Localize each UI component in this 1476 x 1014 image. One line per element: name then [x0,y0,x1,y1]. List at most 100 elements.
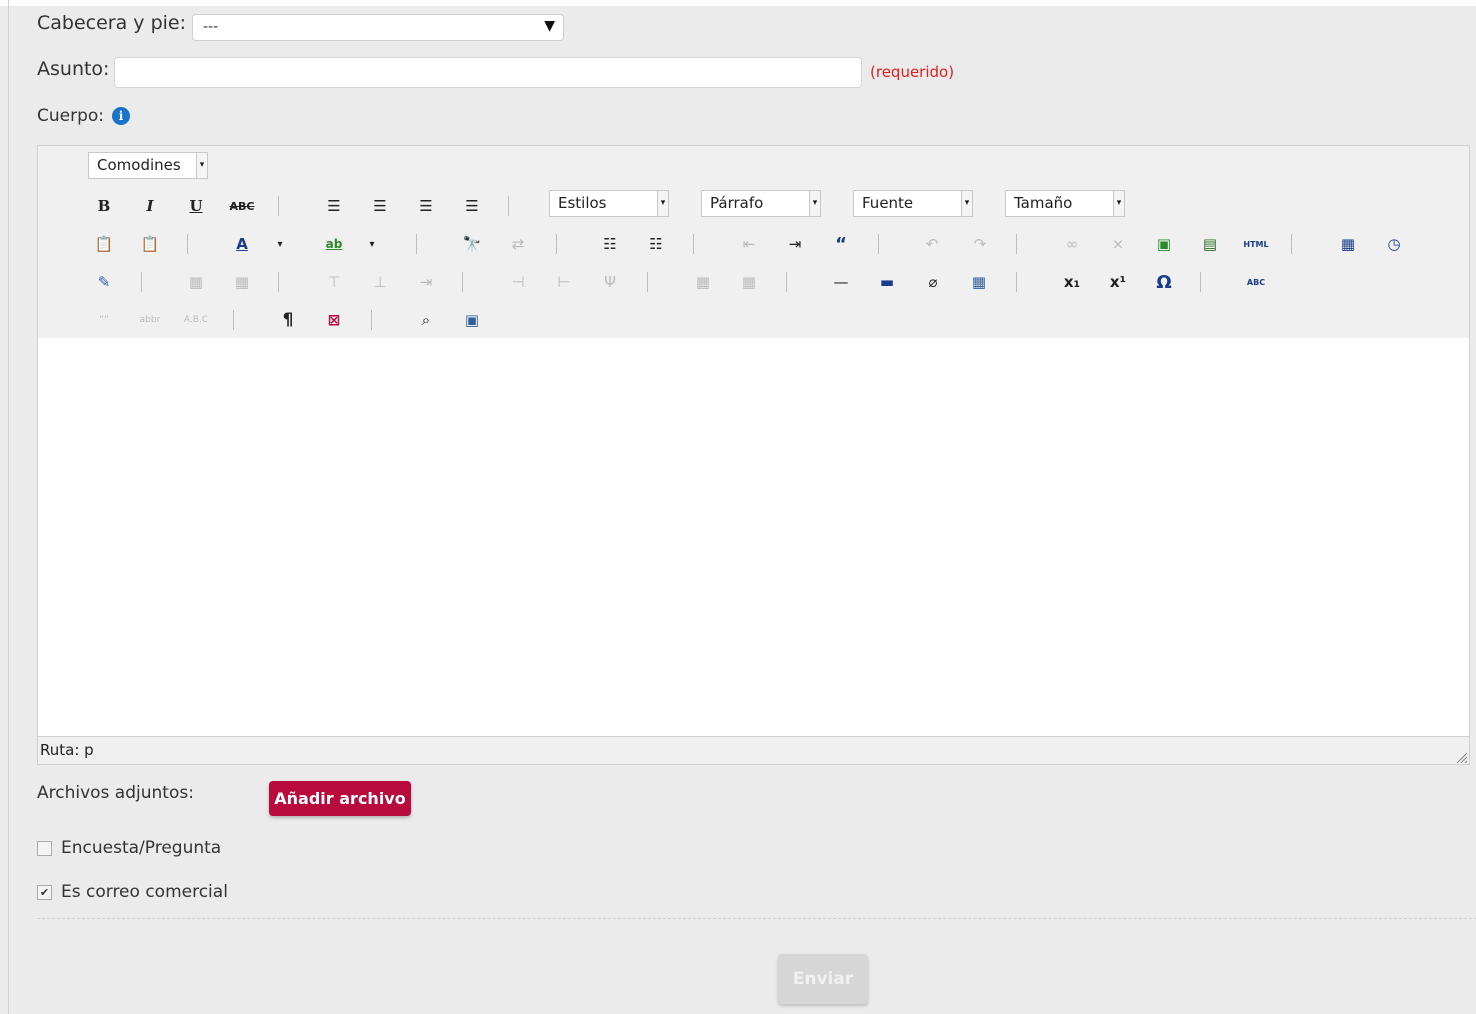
separator [878,234,879,254]
font-dropdown[interactable]: Fuente ▾ [853,190,973,217]
align-justify-icon[interactable]: ☰ [461,195,483,217]
abbreviation-icon[interactable]: abbr [139,309,161,331]
header-footer-select[interactable]: --- ▼ [192,14,564,41]
preview-icon[interactable]: ⌕ [415,309,437,331]
underline-icon[interactable]: U [185,195,207,217]
subject-row: Asunto: [37,58,109,80]
insert-row-before-icon[interactable]: ⊤ [323,271,345,293]
editor-path: Ruta: p [40,741,94,759]
align-left-icon[interactable]: ☰ [323,195,345,217]
unlink-icon[interactable]: ⨯ [1107,233,1129,255]
subject-input[interactable] [114,57,862,88]
styles-dropdown[interactable]: Estilos ▾ [549,190,669,217]
separator [462,272,463,292]
chevron-down-icon: ▾ [1113,190,1125,217]
separator [371,310,372,330]
editor-statusbar: Ruta: p [38,737,1469,765]
horizontal-rule-icon[interactable]: — [830,271,852,293]
undo-icon[interactable]: ↶ [921,233,943,255]
chevron-down-icon: ▾ [657,190,669,217]
show-blocks-icon[interactable]: ¶ [277,309,299,331]
poll-checkbox-row[interactable]: Encuesta/Pregunta [37,838,221,858]
find-icon[interactable]: 🔭 [461,233,483,255]
body-label: Cuerpo: [37,106,105,126]
link-icon[interactable]: ∞ [1061,233,1083,255]
chevron-down-icon: ▾ [809,190,821,217]
align-right-icon[interactable]: ☰ [415,195,437,217]
table-row-props-icon[interactable]: ▦ [185,271,207,293]
superscript-icon[interactable]: x¹ [1107,271,1129,293]
commercial-label: Es correo comercial [61,882,228,902]
highlight-color-icon[interactable]: ab [323,233,345,255]
insert-time-icon[interactable]: ◷ [1383,233,1405,255]
spellcheck-icon[interactable]: ABC [1245,271,1267,293]
poll-label: Encuesta/Pregunta [61,838,222,858]
table-cell-props-icon[interactable]: ▦ [231,271,253,293]
eraser-icon[interactable]: ⌀ [922,271,944,293]
indent-icon[interactable]: ⇥ [784,233,806,255]
header-footer-label: Cabecera y pie: [37,12,187,34]
paste-text-icon[interactable]: 📋 [93,233,115,255]
blockquote-icon[interactable]: “ [830,233,852,255]
add-file-button[interactable]: Añadir archivo [269,781,411,816]
numbered-list-icon[interactable]: ☷ [645,233,667,255]
acronym-icon[interactable]: A.B.C [184,309,208,331]
text-color-icon[interactable]: A [231,233,253,255]
separator [1291,234,1292,254]
split-cells-icon[interactable]: ▦ [692,271,714,293]
cite-icon[interactable]: “” [93,309,115,331]
strikethrough-icon[interactable]: ABC [230,195,255,217]
paste-word-icon[interactable]: 📋 [139,233,161,255]
send-button[interactable]: Enviar [778,954,868,1004]
editor-content-area[interactable] [38,338,1469,737]
align-center-icon[interactable]: ☰ [369,195,391,217]
fullscreen-icon[interactable]: ▣ [461,309,483,331]
nonbreaking-space-icon[interactable]: ⊠ [323,309,345,331]
italic-icon[interactable]: I [139,195,161,217]
redo-icon[interactable]: ↷ [969,233,991,255]
media-icon[interactable]: ▤ [1199,233,1221,255]
subscript-icon[interactable]: x₁ [1061,271,1083,293]
attachments-label: Archivos adjuntos: [37,783,194,803]
wildcards-dropdown[interactable]: Comodines ▾ [88,152,208,179]
merge-cells-icon[interactable]: ▦ [738,271,760,293]
paragraph-dropdown[interactable]: Párrafo ▾ [701,190,821,217]
delete-col-icon[interactable]: Ψ [599,271,621,293]
commercial-checkbox-row[interactable]: ✔ Es correo comercial [37,882,228,902]
separator [141,272,142,292]
divider [37,918,1476,919]
insert-col-after-icon[interactable]: ⊢ [553,271,575,293]
separator [1016,272,1017,292]
image-icon[interactable]: ▣ [1153,233,1175,255]
html-icon[interactable]: HTML [1238,233,1274,255]
bold-icon[interactable]: B [93,195,115,217]
size-label: Tamaño [1014,194,1073,212]
insert-row-after-icon[interactable]: ⊥ [369,271,391,293]
outdent-icon[interactable]: ⇤ [738,233,760,255]
remove-format-icon[interactable]: ▬ [876,271,898,293]
bulleted-list-icon[interactable]: ☷ [599,233,621,255]
separator [693,234,694,254]
info-icon[interactable]: i [112,107,131,125]
insert-col-before-icon[interactable]: ⊣ [507,271,529,293]
font-label: Fuente [862,194,914,212]
edit-icon[interactable]: ✎ [93,271,115,293]
poll-checkbox[interactable] [37,840,52,856]
paragraph-label: Párrafo [710,194,764,212]
size-dropdown[interactable]: Tamaño ▾ [1005,190,1125,217]
dropdown-arrow-icon: ▼ [544,18,555,34]
commercial-checkbox[interactable]: ✔ [37,884,52,900]
insert-date-icon[interactable]: ▦ [1337,233,1359,255]
separator [1016,234,1017,254]
chevron-down-icon[interactable]: ▾ [361,233,383,255]
resize-handle-icon[interactable] [1455,751,1467,763]
chevron-down-icon[interactable]: ▾ [269,233,291,255]
separator [278,196,279,216]
delete-row-icon[interactable]: ⇥ [415,271,437,293]
separator [508,196,509,216]
replace-icon[interactable]: ⇄ [507,233,529,255]
wildcards-label: Comodines [97,156,181,174]
table-icon[interactable]: ▦ [968,271,990,293]
body-row: Cuerpo: i [37,106,131,126]
special-char-icon[interactable]: Ω [1153,271,1175,293]
